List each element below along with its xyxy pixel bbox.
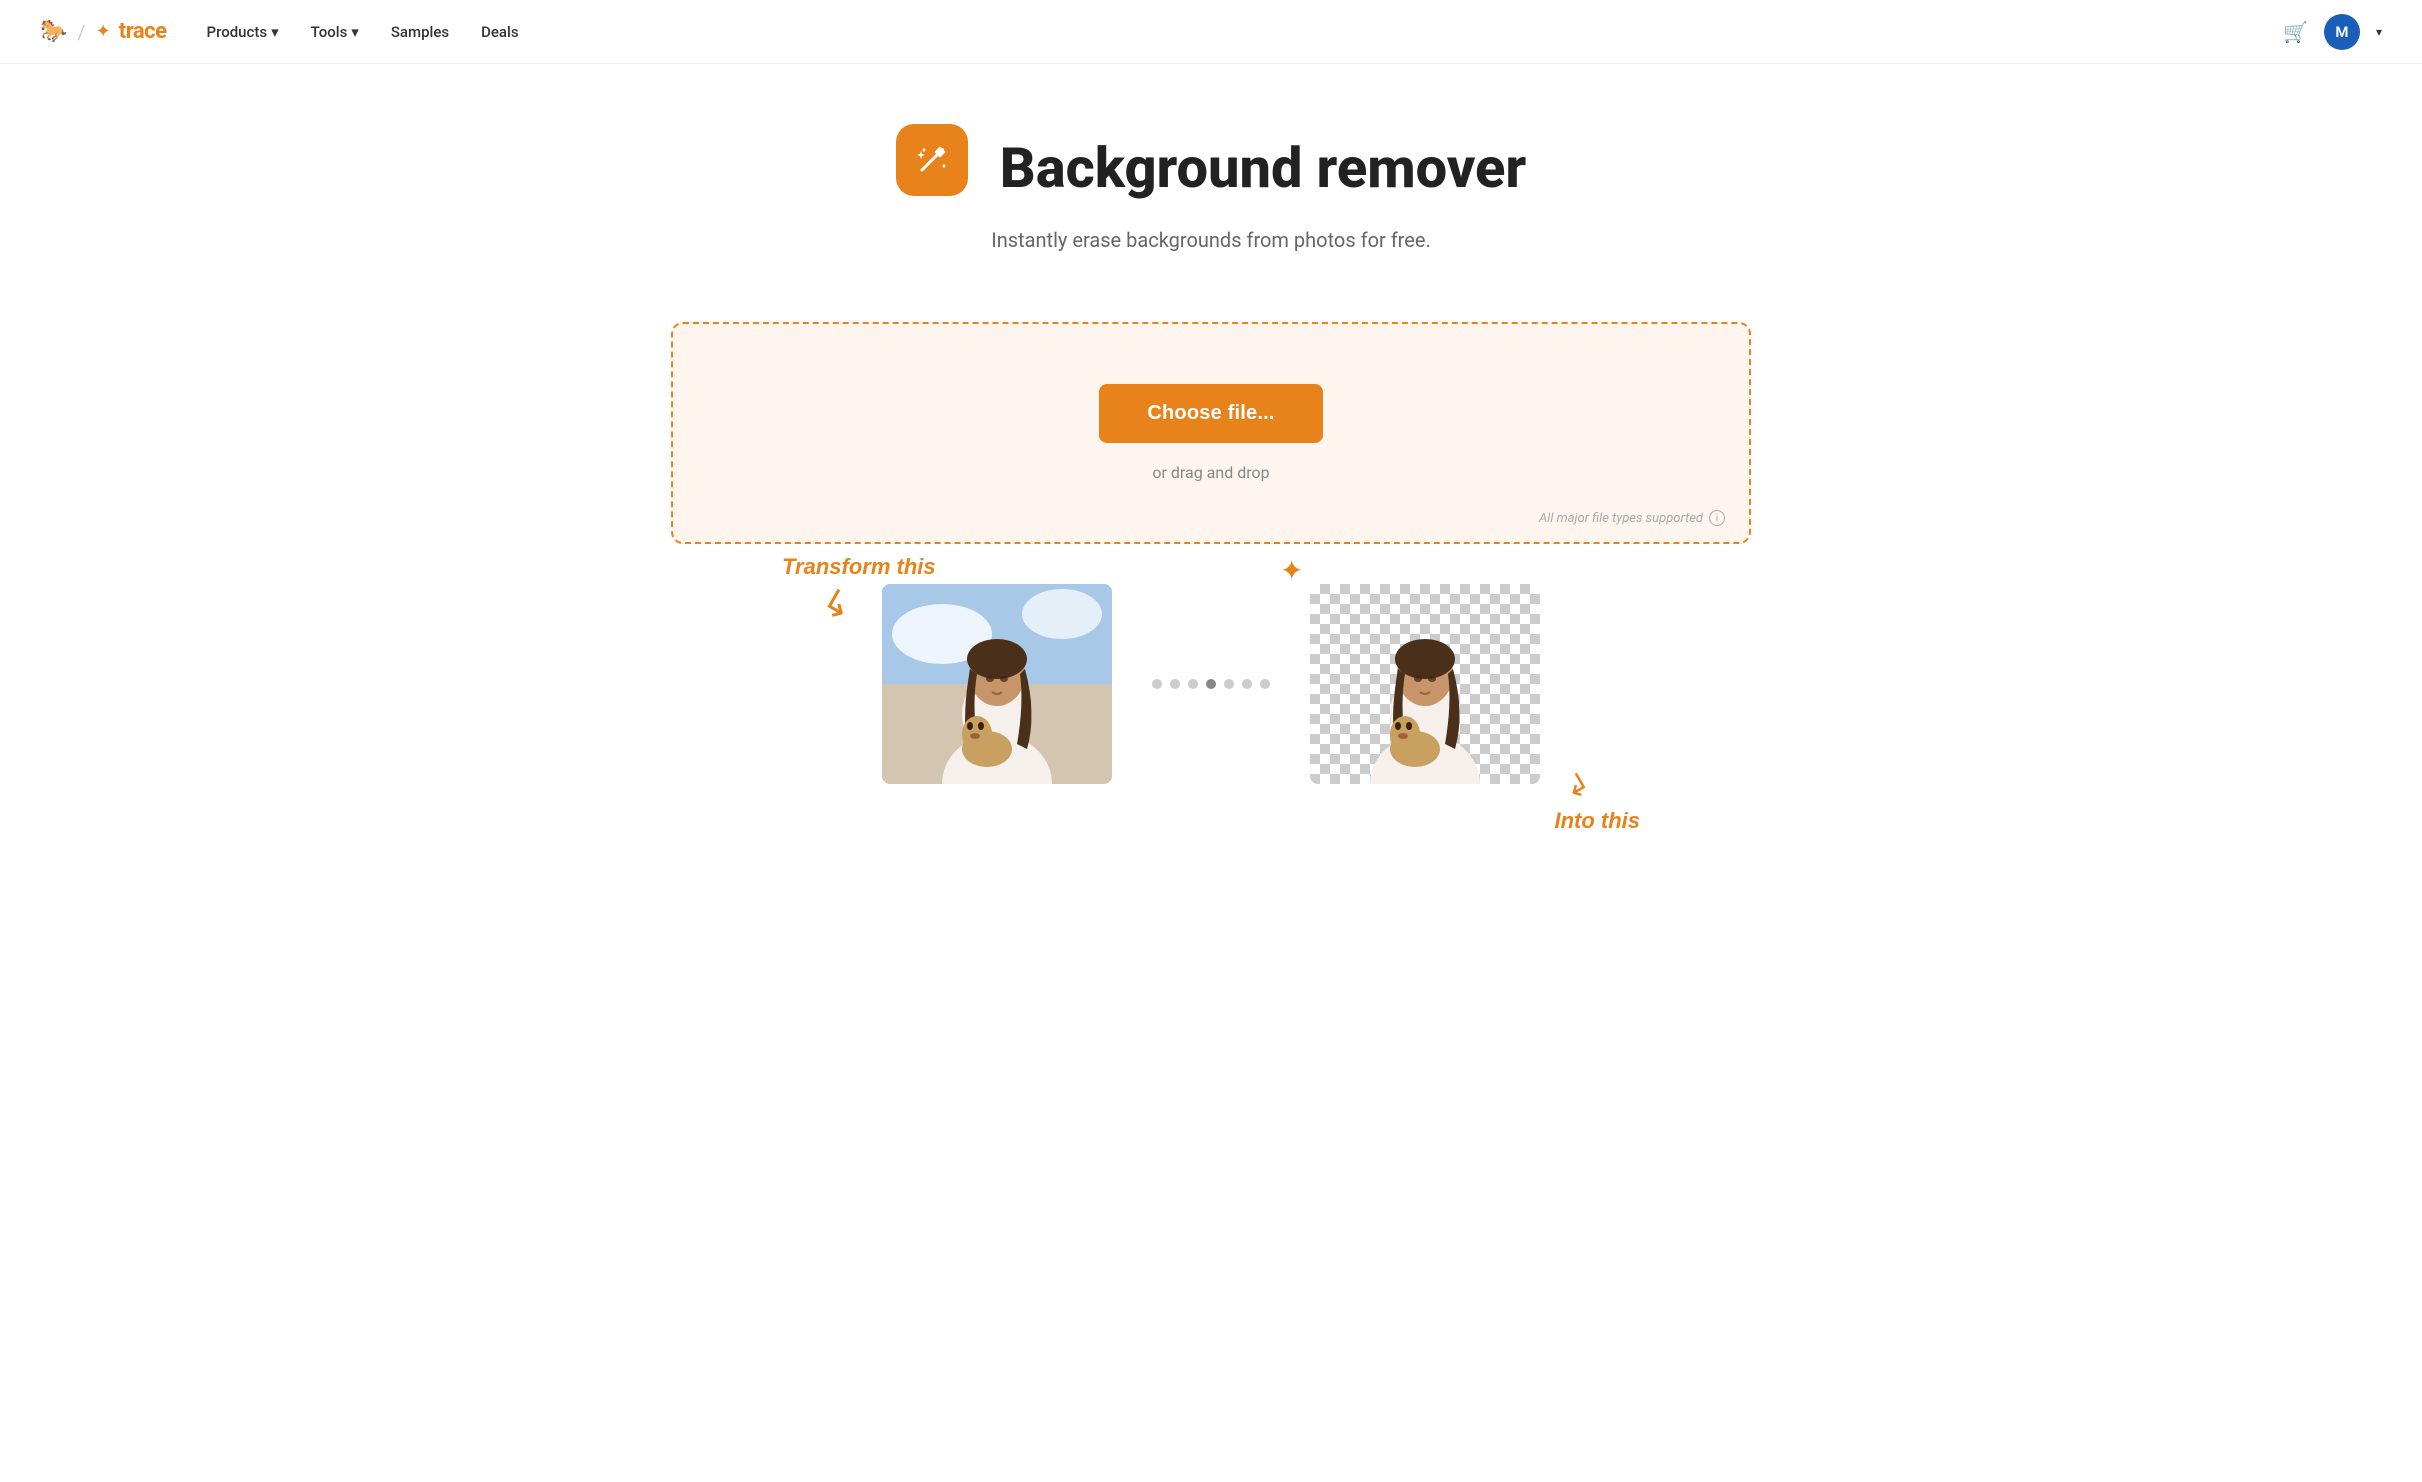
upload-dropzone[interactable]: Choose file... or drag and drop All majo… [671, 322, 1751, 544]
into-label: Into this [1554, 808, 1640, 834]
transform-label: Transform this [782, 554, 936, 580]
demo-after-container: ✦ [1310, 584, 1540, 784]
hero-title-row: Background remover [20, 124, 2402, 212]
info-icon[interactable]: i [1709, 510, 1725, 526]
cart-icon[interactable]: 🛒 [2283, 20, 2308, 44]
hero-subtitle: Instantly erase backgrounds from photos … [20, 228, 2402, 252]
hero-app-icon [896, 124, 968, 196]
nav-item-products[interactable]: Products ▾ [207, 23, 279, 41]
dot-4[interactable] [1206, 679, 1216, 689]
tools-chevron-icon: ▾ [351, 23, 359, 41]
samples-link[interactable]: Samples [391, 23, 449, 41]
avatar-letter: M [2335, 23, 2348, 41]
deals-label: Deals [481, 23, 518, 41]
demo-before-container: Transform this ↳ [882, 584, 1112, 784]
file-types-text: All major file types supported [1539, 511, 1703, 526]
magic-wand-icon [912, 140, 952, 180]
dot-5[interactable] [1224, 679, 1234, 689]
dot-1[interactable] [1152, 679, 1162, 689]
nav-item-samples[interactable]: Samples [391, 23, 449, 41]
after-photo-svg [1310, 584, 1540, 784]
hero-section: Background remover Instantly erase backg… [0, 64, 2422, 292]
demo-after-image [1310, 584, 1540, 784]
demo-section: Transform this ↳ [651, 584, 1771, 844]
nav-right: 🛒 M ▾ [2283, 14, 2382, 50]
tools-label: Tools [311, 23, 348, 41]
nav-links: Products ▾ Tools ▾ Samples Deals [207, 23, 2284, 41]
dot-6[interactable] [1242, 679, 1252, 689]
logo-text: trace [119, 19, 167, 44]
logo-link[interactable]: 🐎 / ✦ trace [40, 19, 167, 44]
logo-sparkle-icon: ✦ [96, 21, 111, 42]
avatar[interactable]: M [2324, 14, 2360, 50]
arrow-up-right-icon: ↳ [1558, 765, 1597, 808]
demo-before-image [882, 584, 1112, 784]
nav-item-tools[interactable]: Tools ▾ [311, 23, 359, 41]
avatar-chevron-icon[interactable]: ▾ [2376, 25, 2382, 39]
before-image-content [882, 584, 1112, 784]
products-link[interactable]: Products ▾ [207, 23, 279, 41]
file-types-note: All major file types supported i [1539, 510, 1725, 526]
deals-link[interactable]: Deals [481, 23, 518, 41]
after-image-content [1310, 584, 1540, 784]
upload-section: Choose file... or drag and drop All majo… [651, 322, 1771, 544]
nav-item-deals[interactable]: Deals [481, 23, 518, 41]
logo-horse-icon: 🐎 [40, 19, 67, 44]
dot-7[interactable] [1260, 679, 1270, 689]
tools-link[interactable]: Tools ▾ [311, 23, 359, 41]
drag-drop-label: or drag and drop [1152, 463, 1269, 482]
page-title: Background remover [1000, 135, 1527, 201]
products-label: Products [207, 23, 268, 41]
dot-3[interactable] [1188, 679, 1198, 689]
navbar: 🐎 / ✦ trace Products ▾ Tools ▾ Samples D… [0, 0, 2422, 64]
sparkle-icon: ✦ [1280, 554, 1303, 587]
dot-2[interactable] [1170, 679, 1180, 689]
arrow-down-right-icon: ↳ [814, 579, 861, 630]
logo-slash: / [77, 20, 85, 44]
carousel-dots [1112, 679, 1310, 689]
products-chevron-icon: ▾ [271, 23, 279, 41]
samples-label: Samples [391, 23, 449, 41]
choose-file-button[interactable]: Choose file... [1099, 384, 1322, 443]
before-photo-svg [882, 584, 1112, 784]
